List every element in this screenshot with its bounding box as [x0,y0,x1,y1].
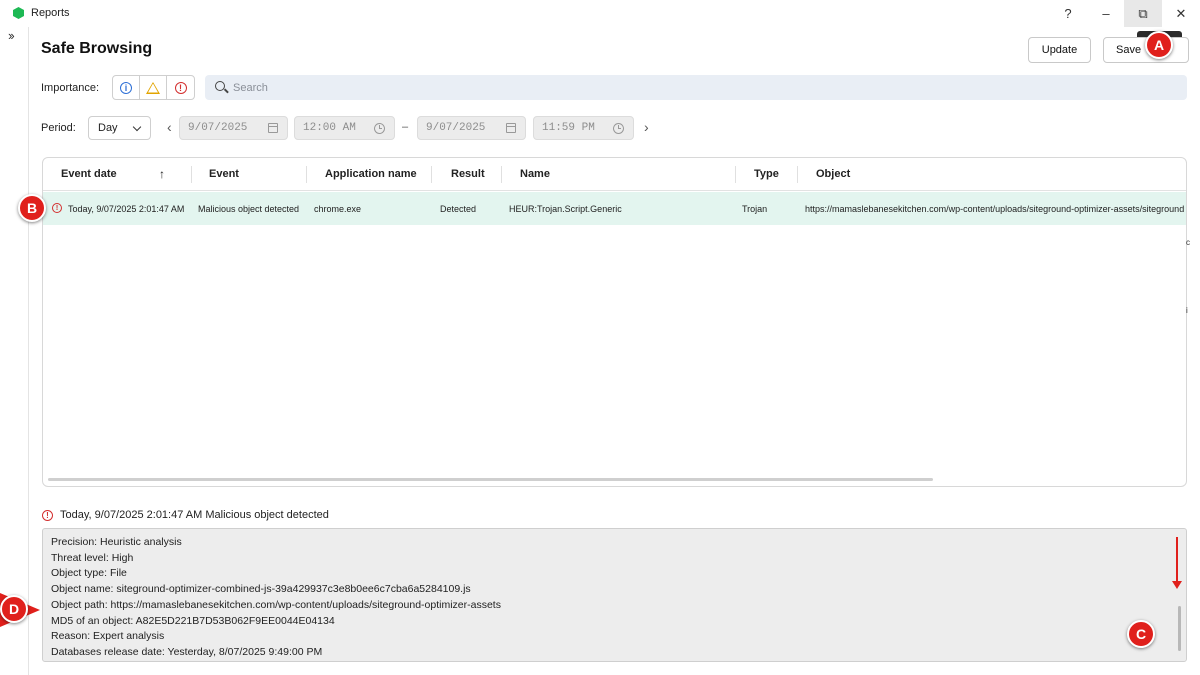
column-header-event[interactable]: Event [209,168,239,180]
column-header-name[interactable]: Name [520,168,550,180]
window-title: Reports [31,7,70,19]
importance-label: Importance: [41,82,100,94]
update-button[interactable]: Update [1028,37,1091,63]
page-title: Safe Browsing [41,40,153,57]
horizontal-scrollbar[interactable] [48,478,933,481]
title-bar: Reports ? – ⧉ ✕ [0,0,1200,27]
annotation-marker-a: A [1145,31,1173,59]
column-header-object[interactable]: Object [816,168,850,180]
expand-sidebar-icon[interactable]: ›› [8,28,15,43]
critical-icon: ! [52,203,62,213]
detail-title: Today, 9/07/2025 2:01:47 AM Malicious ob… [60,509,329,521]
cell-object: https://mamaslebanesekitchen.com/wp-cont… [805,204,1185,214]
period-dropdown[interactable]: Day [88,116,151,140]
importance-info-button[interactable]: i [113,76,140,99]
annotation-marker-d: D [0,595,28,623]
search-box [205,75,1187,100]
detail-header: ! Today, 9/07/2025 2:01:47 AM Malicious … [42,508,329,522]
next-period-icon[interactable]: › [644,119,649,135]
period-value: Day [98,122,118,134]
edge-fragment: i [1186,306,1188,315]
table-row[interactable]: ! Today, 9/07/2025 2:01:47 AM Malicious … [43,192,1186,225]
minimize-button[interactable]: – [1087,0,1125,27]
calendar-icon[interactable] [506,123,516,133]
scroll-down-arrow [1173,537,1181,589]
importance-filter-group: i ! [112,75,195,100]
detail-threat-level: Threat level: High [51,551,134,564]
period-label: Period: [41,122,76,134]
start-time-field[interactable]: 12:00 AM [294,116,395,140]
clock-icon[interactable] [613,123,624,134]
table-header: Event date ↑ Event Application name Resu… [43,158,1186,191]
info-icon: i [120,81,132,94]
end-date-field[interactable]: 9/07/2025 [417,116,526,140]
cell-event-date: Today, 9/07/2025 2:01:47 AM [68,204,185,214]
close-button[interactable]: ✕ [1162,0,1200,27]
critical-icon: ! [174,81,187,94]
sort-ascending-icon[interactable]: ↑ [159,167,165,181]
cell-name: HEUR:Trojan.Script.Generic [509,204,622,214]
detail-panel[interactable]: Precision: Heuristic analysis Threat lev… [42,528,1187,662]
column-header-result[interactable]: Result [451,168,485,180]
column-header-type[interactable]: Type [754,168,779,180]
column-header-event-date[interactable]: Event date [61,168,117,180]
restore-button[interactable]: ⧉ [1124,0,1162,27]
range-separator: – [402,121,409,133]
importance-critical-button[interactable]: ! [167,76,194,99]
help-button[interactable]: ? [1049,0,1087,27]
end-time-field[interactable]: 11:59 PM [533,116,634,140]
chevron-down-icon [132,122,142,132]
end-time-value: 11:59 PM [542,122,595,134]
cell-type: Trojan [742,204,768,214]
sidebar: ›› [0,27,29,675]
edge-fragment: c [1186,238,1190,247]
cell-event: Malicious object detected [198,204,300,214]
detail-reason: Reason: Expert analysis [51,630,165,643]
detail-object-name: Object name: siteground-optimizer-combin… [51,583,471,596]
column-header-application[interactable]: Application name [325,168,417,180]
end-date-value: 9/07/2025 [426,122,486,134]
app-logo-icon [13,7,24,19]
calendar-icon[interactable] [268,123,278,133]
vertical-scrollbar[interactable] [1178,606,1181,651]
annotation-marker-c: C [1127,620,1155,648]
cell-application: chrome.exe [314,204,362,214]
previous-period-icon[interactable]: ‹ [167,119,172,135]
start-date-field[interactable]: 9/07/2025 [179,116,288,140]
cell-result: Detected [440,204,477,214]
warning-icon [146,81,160,94]
events-table: Event date ↑ Event Application name Resu… [42,157,1187,487]
detail-db-release: Databases release date: Yesterday, 8/07/… [51,645,323,658]
search-input[interactable] [233,75,1173,100]
search-icon [215,81,225,91]
detail-precision: Precision: Heuristic analysis [51,536,182,548]
start-time-value: 12:00 AM [303,122,356,134]
critical-icon: ! [42,509,53,521]
detail-object-type: Object type: File [51,567,127,580]
detail-object-path: Object path: https://mamaslebanesekitche… [51,598,501,611]
start-date-value: 9/07/2025 [188,122,248,134]
importance-warning-button[interactable] [140,76,167,99]
annotation-marker-b: B [18,194,46,222]
clock-icon[interactable] [374,123,385,134]
detail-md5: MD5 of an object: A82E5D221B7D53B062F9EE… [51,614,335,627]
